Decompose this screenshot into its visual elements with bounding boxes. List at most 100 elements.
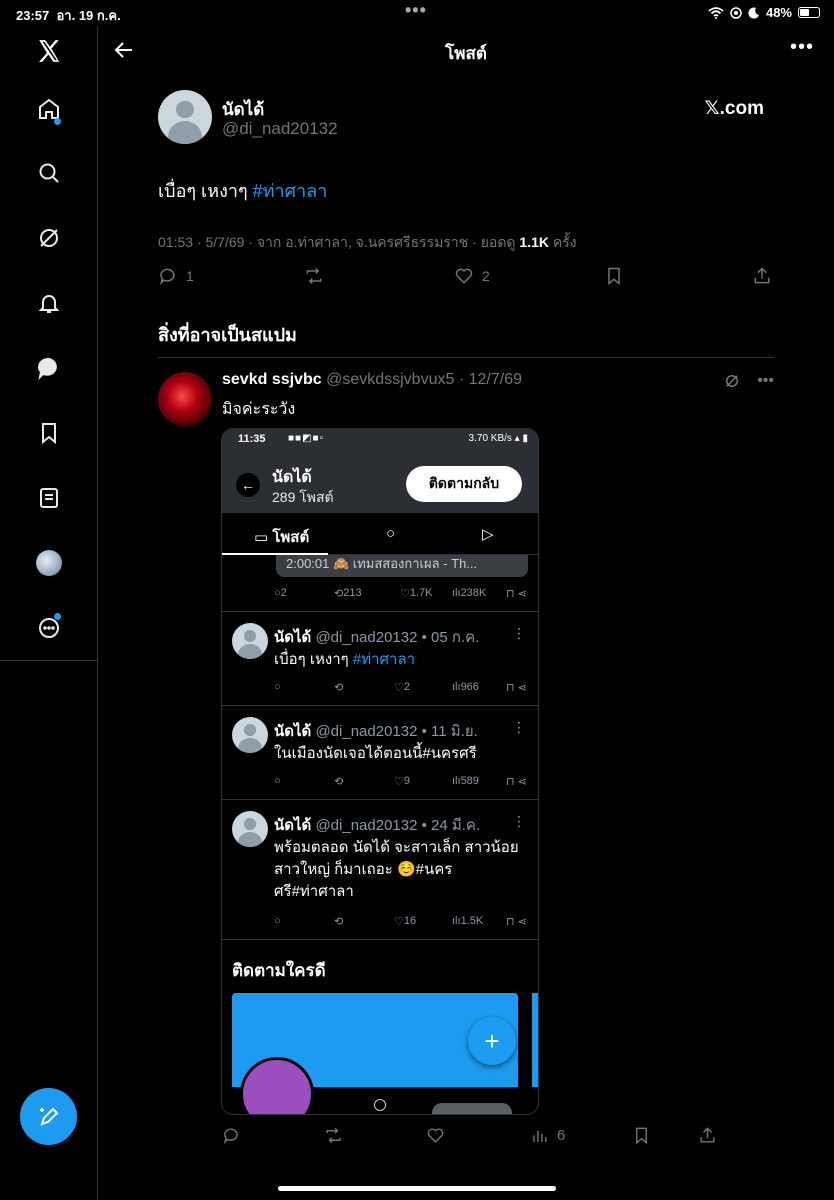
embedded-tweet-text: ในเมืองนัดเจอได้ตอนนี้#นครศรี [274, 745, 477, 762]
divider [222, 939, 538, 940]
sidebar-item-profile[interactable] [34, 548, 64, 578]
embedded-follow-back-button: ติดตามกลับ [406, 466, 522, 502]
reply-share-button[interactable] [698, 1126, 717, 1145]
sidebar-item-lists[interactable] [34, 483, 64, 513]
sidebar-divider [0, 660, 98, 661]
battery-icon [798, 7, 820, 18]
embedded-tab-replies-icon: ○ [386, 525, 396, 542]
reply-author-name[interactable]: sevkd ssjvbc [222, 371, 322, 388]
status-right: 48% [708, 5, 820, 20]
divider [222, 611, 538, 612]
reply-views-button[interactable]: 6 [530, 1126, 565, 1145]
embedded-more-icon: ⋮ [512, 719, 526, 735]
reply-like-button[interactable] [426, 1126, 445, 1145]
share-button[interactable] [752, 266, 772, 286]
moon-icon [748, 7, 759, 19]
reply-actions: 6 [222, 1126, 722, 1148]
spam-section-heading: สิ่งที่อาจเป็นสแปม [158, 325, 297, 345]
like-button[interactable]: 2 [454, 266, 490, 286]
reply-date: · 12/7/69 [458, 371, 522, 388]
compose-icon [39, 1107, 58, 1126]
post-header: โพสต์ ••• [98, 26, 834, 74]
embedded-tab-posts: ▭ โพสต์ [254, 529, 310, 546]
status-bar: 23:57 อา. 19 ก.ค. ••• 48% [0, 0, 834, 26]
embedded-post-count: 289 โพสต์ [272, 489, 334, 505]
battery-percent: 48% [765, 5, 792, 20]
embedded-status-icons: ■■◩■▫ [288, 433, 325, 444]
wifi-icon [708, 6, 724, 19]
reply-reply-button[interactable] [222, 1126, 241, 1145]
views-bar-icon [533, 1130, 547, 1142]
embedded-more-icon: ⋮ [512, 625, 526, 641]
embedded-more-icon: ⋮ [512, 813, 526, 829]
embedded-media-preview: 2:00:01 🙈 เทมสสองกาเผล - Th... [276, 555, 528, 577]
location-icon [730, 6, 742, 19]
heart-icon [455, 268, 473, 284]
post-actions: 1 2 [158, 266, 774, 292]
repost-icon [306, 267, 322, 285]
embedded-back-pill [432, 1103, 512, 1114]
grok-icon[interactable] [723, 372, 741, 390]
reply-header: sevkd ssjvbc @sevkdssjvbvux5 · 12/7/69 [222, 371, 522, 389]
bell-icon [38, 295, 60, 313]
embedded-tweet-text: เบื่อๆ เหงาๆ #ท่าศาลา [274, 651, 416, 668]
sidebar [0, 26, 98, 1200]
repost-icon [326, 1127, 341, 1144]
reply-button[interactable]: 1 [158, 266, 194, 286]
post-author-avatar[interactable] [158, 90, 212, 144]
multitasking-dots-icon[interactable]: ••• [405, 0, 427, 21]
repost-button[interactable] [304, 266, 324, 286]
embedded-tweet-avatar [232, 717, 268, 753]
reply-author-handle[interactable]: @sevkdssjvbvux5 [326, 371, 454, 388]
embedded-profile-header: 11:35 ■■◩■▫ 3.70 KB/s ▴ ▮ ← นัดได้ 289 โ… [222, 429, 538, 513]
reply-attached-image[interactable]: 11:35 ■■◩■▫ 3.70 KB/s ▴ ▮ ← นัดได้ 289 โ… [221, 428, 539, 1115]
reply-more-icon[interactable]: ••• [757, 372, 774, 390]
x-logo-icon[interactable] [34, 36, 64, 66]
bookmark-button[interactable] [604, 266, 624, 286]
reply-repost-button[interactable] [324, 1126, 343, 1145]
embedded-who-to-follow: ติดตามใครดี [232, 961, 326, 980]
sidebar-item-explore[interactable] [34, 158, 64, 188]
embedded-tab-media-icon: ▷ [482, 526, 494, 543]
home-indicator[interactable] [278, 1186, 556, 1191]
source-label: 𝕏.com [704, 98, 764, 119]
share-icon [700, 1127, 715, 1143]
share-icon [754, 267, 770, 284]
embedded-plus-icon: + [468, 1017, 516, 1065]
divider [222, 705, 538, 706]
sidebar-item-grok[interactable] [34, 223, 64, 253]
reply-text: มิจค่ะระวัง [222, 401, 296, 418]
more-options-icon[interactable]: ••• [790, 36, 814, 59]
embedded-tweet-header: นัดได้ @di_nad20132 • 11 มิ.ย. [274, 723, 478, 740]
embedded-tweet-text: พร้อมตลอด นัดได้ จะสาวเล็ก สาวน้อย สาวให… [274, 839, 519, 900]
like-count: 2 [482, 268, 490, 284]
reply-top-icons: ••• [723, 372, 774, 390]
embedded-tweet-header: นัดได้ @di_nad20132 • 24 มี.ค. [274, 817, 481, 834]
sidebar-item-bookmarks[interactable] [34, 418, 64, 448]
sidebar-item-notifications[interactable] [34, 288, 64, 318]
compose-button[interactable] [20, 1088, 77, 1145]
bookmark-icon [636, 1127, 647, 1145]
embedded-tabs: ▭ โพสต์ ○ ▷ [222, 513, 538, 555]
bookmark-icon [608, 267, 620, 286]
post-text: เบื่อๆ เหงาๆ #ท่าศาลา [158, 181, 328, 201]
embedded-home-circle-icon [374, 1099, 386, 1111]
bookmark-icon [42, 423, 56, 445]
grok-icon [40, 229, 58, 247]
reply-author-avatar[interactable] [158, 372, 212, 426]
avatar [36, 550, 62, 576]
embedded-back-arrow-icon: ← [236, 473, 260, 497]
search-icon [39, 163, 59, 183]
post-hashtag-link[interactable]: #ท่าศาลา [253, 181, 328, 201]
reply-count: 1 [186, 268, 194, 284]
sidebar-item-messages[interactable] [34, 353, 64, 383]
post-meta: 01:53 · 5/7/69 · จาก อ.ท่าศาลา, จ.นครศรี… [158, 234, 577, 250]
divider [222, 799, 538, 800]
reply-view-count: 6 [557, 1127, 566, 1144]
reply-icon [224, 1128, 238, 1145]
embedded-tweet-header: นัดได้ @di_nad20132 • 05 ก.ค. [274, 629, 480, 646]
reply-bookmark-button[interactable] [632, 1126, 651, 1145]
post-author-handle[interactable]: @di_nad20132 [222, 119, 338, 139]
page-title: โพสต์ [445, 44, 487, 63]
divider [158, 357, 774, 358]
